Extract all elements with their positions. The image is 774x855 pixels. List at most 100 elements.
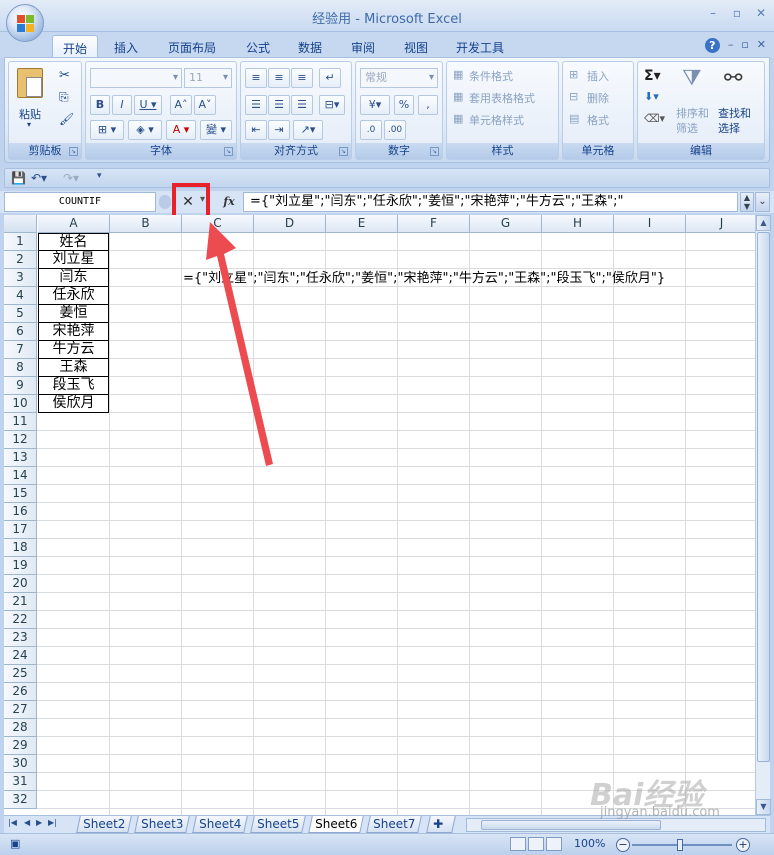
cell-style-button[interactable]: 单元格样式 bbox=[469, 112, 524, 128]
delete-cells-button[interactable]: 删除 bbox=[587, 90, 609, 106]
increase-indent-button[interactable]: ⇥ bbox=[268, 120, 290, 140]
clear-icon[interactable]: ⌫▾ bbox=[644, 112, 665, 125]
cell-a10[interactable]: 侯欣月 bbox=[38, 395, 109, 413]
worksheet-grid[interactable]: ABCDEFGHIJ 1 2 3 4 5 6 7 8 9 10 11 12 13 14 15 16 17 18 19… bbox=[4, 215, 755, 815]
insert-function-icon[interactable]: fx bbox=[218, 193, 240, 211]
sheet-tab-sheet3[interactable]: Sheet3 bbox=[134, 816, 191, 833]
save-icon[interactable]: 💾 bbox=[11, 171, 26, 185]
sheet-tab-sheet2[interactable]: Sheet2 bbox=[76, 816, 133, 833]
row-header-6[interactable]: 6 bbox=[4, 323, 37, 341]
row-header-4[interactable]: 4 bbox=[4, 287, 37, 305]
column-header-j[interactable]: J bbox=[686, 215, 755, 233]
binoculars-icon[interactable]: ⚯ bbox=[724, 66, 742, 91]
fill-icon[interactable]: ⬇▾ bbox=[644, 90, 659, 103]
ribbon-restore-icon[interactable]: ▫ bbox=[741, 38, 748, 53]
paste-icon[interactable] bbox=[17, 68, 43, 98]
wrap-text-button[interactable]: ↵ bbox=[319, 68, 341, 88]
maximize-icon[interactable]: ▫ bbox=[730, 6, 744, 20]
row-header-13[interactable]: 13 bbox=[4, 449, 37, 467]
column-header-g[interactable]: G bbox=[470, 215, 542, 233]
row-header-30[interactable]: 30 bbox=[4, 755, 37, 773]
zoom-slider-knob[interactable] bbox=[677, 839, 683, 851]
redo-icon[interactable]: ↷▾ bbox=[63, 171, 79, 185]
underline-button[interactable]: U ▾ bbox=[134, 95, 162, 115]
row-header-3[interactable]: 3 bbox=[4, 269, 37, 287]
row-header-7[interactable]: 7 bbox=[4, 341, 37, 359]
launcher-icon[interactable]: ↘ bbox=[430, 147, 439, 156]
italic-button[interactable]: I bbox=[112, 95, 132, 115]
row-header-27[interactable]: 27 bbox=[4, 701, 37, 719]
row-header-8[interactable]: 8 bbox=[4, 359, 37, 377]
next-sheet-icon[interactable]: ▶ bbox=[36, 818, 42, 827]
bold-button[interactable]: B bbox=[90, 95, 110, 115]
row-header-20[interactable]: 20 bbox=[4, 575, 37, 593]
page-break-view-icon[interactable] bbox=[546, 837, 562, 851]
cell-a1[interactable]: 姓名 bbox=[38, 233, 109, 251]
prev-sheet-icon[interactable]: ◀ bbox=[24, 818, 30, 827]
tab-page-layout[interactable]: 页面布局 bbox=[158, 35, 226, 58]
column-header-f[interactable]: F bbox=[398, 215, 470, 233]
insert-cells-button[interactable]: 插入 bbox=[587, 68, 609, 84]
cell-a8[interactable]: 王森 bbox=[38, 359, 109, 377]
tab-data[interactable]: 数据 bbox=[288, 35, 332, 58]
normal-view-icon[interactable] bbox=[510, 837, 526, 851]
column-header-d[interactable]: D bbox=[254, 215, 326, 233]
paste-dropdown-icon[interactable]: ▾ bbox=[27, 120, 31, 129]
row-header-28[interactable]: 28 bbox=[4, 719, 37, 737]
customize-qat-icon[interactable]: ▾ bbox=[97, 171, 102, 181]
row-header-29[interactable]: 29 bbox=[4, 737, 37, 755]
align-bottom-button[interactable]: ≡ bbox=[291, 68, 313, 88]
font-color-button[interactable]: A ▾ bbox=[166, 120, 196, 140]
find-select-button-line2[interactable]: 选择 bbox=[718, 120, 740, 136]
column-header-c[interactable]: C bbox=[182, 215, 254, 233]
tab-review[interactable]: 审阅 bbox=[341, 35, 385, 58]
table-format-button[interactable]: 套用表格格式 bbox=[469, 90, 535, 106]
cell-a7[interactable]: 牛方云 bbox=[38, 341, 109, 359]
row-header-10[interactable]: 10 bbox=[4, 395, 37, 413]
select-all-button[interactable] bbox=[4, 215, 37, 233]
ribbon-close-icon[interactable]: ✕ bbox=[757, 38, 766, 53]
row-header-15[interactable]: 15 bbox=[4, 485, 37, 503]
tab-view[interactable]: 视图 bbox=[394, 35, 438, 58]
name-box-dropdown-icon[interactable] bbox=[159, 195, 171, 209]
expand-formula-icon[interactable]: ⌄ bbox=[755, 192, 770, 212]
tab-home[interactable]: 开始 bbox=[52, 35, 99, 58]
row-header-14[interactable]: 14 bbox=[4, 467, 37, 485]
align-center-button[interactable]: ☰ bbox=[268, 95, 290, 115]
row-header-17[interactable]: 17 bbox=[4, 521, 37, 539]
sheet-tab-sheet4[interactable]: Sheet4 bbox=[192, 816, 249, 833]
office-button[interactable] bbox=[6, 4, 44, 42]
zoom-in-icon[interactable]: + bbox=[736, 838, 750, 852]
autosum-icon[interactable]: Σ▾ bbox=[644, 68, 661, 84]
vertical-scroll-thumb[interactable] bbox=[757, 232, 770, 762]
horizontal-scrollbar[interactable] bbox=[466, 818, 766, 832]
row-header-16[interactable]: 16 bbox=[4, 503, 37, 521]
name-box[interactable]: COUNTIF bbox=[4, 192, 156, 212]
row-header-23[interactable]: 23 bbox=[4, 629, 37, 647]
align-left-button[interactable]: ☰ bbox=[245, 95, 267, 115]
row-header-31[interactable]: 31 bbox=[4, 773, 37, 791]
borders-button[interactable]: ⊞ ▾ bbox=[90, 120, 124, 140]
row-header-1[interactable]: 1 bbox=[4, 233, 37, 251]
decrease-indent-button[interactable]: ⇤ bbox=[245, 120, 267, 140]
percent-button[interactable]: % bbox=[394, 95, 414, 115]
zoom-out-icon[interactable]: − bbox=[616, 838, 630, 852]
cell-a9[interactable]: 段玉飞 bbox=[38, 377, 109, 395]
row-header-2[interactable]: 2 bbox=[4, 251, 37, 269]
sort-filter-icon[interactable]: ⧩ bbox=[682, 66, 702, 91]
number-format-combo[interactable]: 常规 bbox=[360, 68, 438, 88]
copy-icon[interactable]: ⎘ bbox=[59, 90, 69, 105]
currency-button[interactable]: ¥▾ bbox=[360, 95, 390, 115]
launcher-icon[interactable]: ↘ bbox=[69, 147, 78, 156]
minimize-icon[interactable]: – bbox=[706, 6, 720, 20]
find-select-button[interactable]: 查找和 bbox=[718, 105, 751, 121]
font-size-combo[interactable]: 11 bbox=[184, 68, 232, 88]
sheet-tab-sheet7[interactable]: Sheet7 bbox=[366, 816, 423, 833]
sort-filter-button-line2[interactable]: 筛选 bbox=[676, 120, 698, 136]
align-middle-button[interactable]: ≡ bbox=[268, 68, 290, 88]
font-name-combo[interactable] bbox=[90, 68, 182, 88]
increase-decimal-button[interactable]: .0 bbox=[360, 120, 382, 140]
first-sheet-icon[interactable]: |◀ bbox=[8, 818, 17, 827]
column-header-e[interactable]: E bbox=[326, 215, 398, 233]
comma-button[interactable]: , bbox=[418, 95, 438, 115]
